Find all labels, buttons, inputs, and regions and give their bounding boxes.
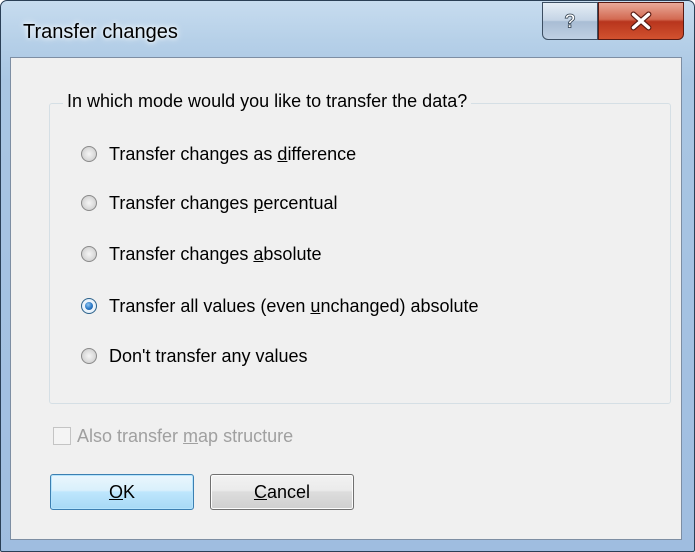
- radio-transfer-percentual[interactable]: Transfer changes percentual: [81, 191, 337, 215]
- radio-transfer-absolute[interactable]: Transfer changes absolute: [81, 242, 321, 266]
- radio-label-all-values: Transfer all values (even unchanged) abs…: [109, 295, 479, 316]
- checkbox-box[interactable]: [53, 427, 71, 445]
- radio-label-none: Don't transfer any values: [109, 345, 308, 366]
- help-button[interactable]: ?: [542, 2, 598, 40]
- question-icon: ?: [564, 11, 576, 33]
- checkbox-transfer-map-structure[interactable]: Also transfer map structure: [53, 424, 293, 448]
- dialog-client-area: In which mode would you like to transfer…: [10, 57, 682, 540]
- radio-button[interactable]: [81, 146, 97, 162]
- radio-button[interactable]: [81, 348, 97, 364]
- close-x-icon: [630, 11, 652, 31]
- cancel-button[interactable]: Cancel: [210, 474, 354, 510]
- radio-label-absolute: Transfer changes absolute: [109, 243, 322, 264]
- close-button[interactable]: [598, 2, 684, 40]
- radio-transfer-all-values[interactable]: Transfer all values (even unchanged) abs…: [81, 294, 479, 318]
- window-title: Transfer changes: [23, 21, 178, 43]
- radio-transfer-difference[interactable]: Transfer changes as difference: [81, 142, 356, 166]
- radio-transfer-none[interactable]: Don't transfer any values: [81, 344, 308, 368]
- radio-button-selected[interactable]: [81, 298, 97, 314]
- ok-button[interactable]: OK: [50, 474, 194, 510]
- transfer-mode-group-label: In which mode would you like to transfer…: [63, 90, 472, 112]
- dialog-window: Transfer changes ? In which mode would y…: [0, 0, 695, 552]
- checkbox-label: Also transfer map structure: [77, 425, 294, 446]
- radio-label-difference: Transfer changes as difference: [109, 143, 357, 164]
- help-glyph: ?: [564, 12, 576, 33]
- radio-label-percentual: Transfer changes percentual: [109, 192, 338, 213]
- radio-button[interactable]: [81, 195, 97, 211]
- radio-button[interactable]: [81, 246, 97, 262]
